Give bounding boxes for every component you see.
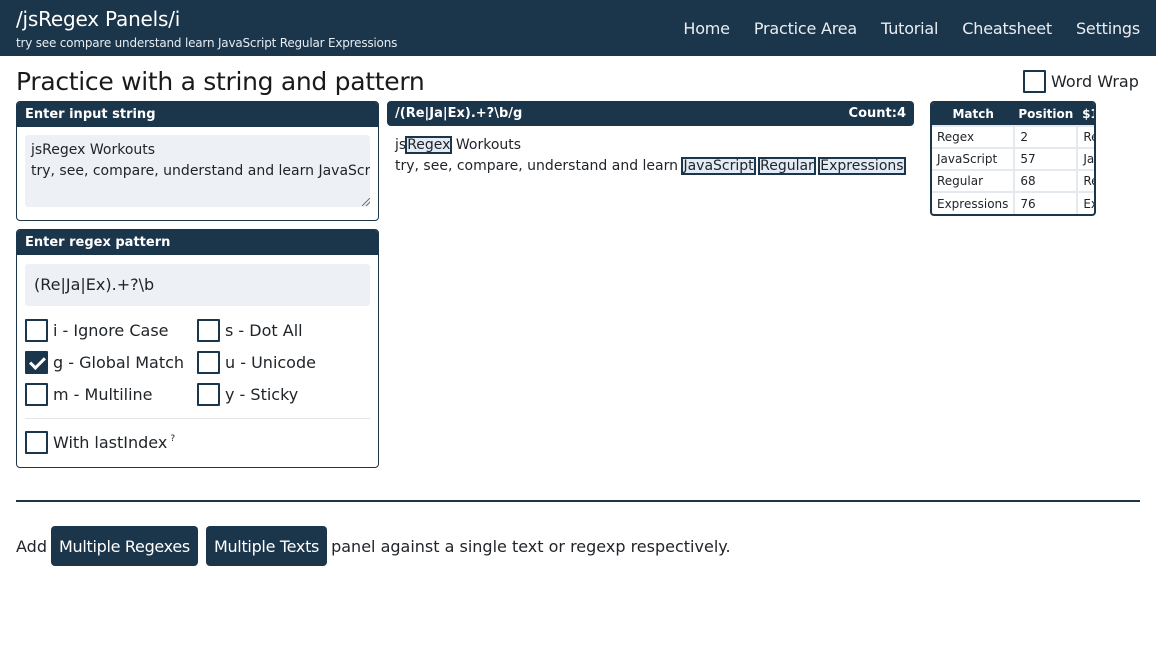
flag-label: m - Multiline: [53, 384, 153, 404]
nav-settings[interactable]: Settings: [1076, 19, 1140, 38]
multiple-regexes-button[interactable]: Multiple Regexes: [50, 526, 198, 566]
flag-dot-all-checkbox[interactable]: [197, 318, 220, 342]
match-table: Match Position $1 Regex 2 Re JavaScript …: [930, 101, 1096, 216]
flag-global-match-checkbox[interactable]: [25, 350, 48, 374]
site-subtitle: try see compare understand learn JavaScr…: [16, 36, 398, 50]
regex-pattern-panel: Enter regex pattern (Re|Ja|Ex).+?\b i - …: [16, 229, 379, 468]
last-index-checkbox[interactable]: [25, 431, 48, 454]
cell-position: 57: [1013, 147, 1079, 171]
flag-ignore-case[interactable]: i - Ignore Case: [25, 318, 169, 342]
flag-ignore-case-checkbox[interactable]: [25, 318, 48, 342]
cell-group-1: Re: [1076, 125, 1094, 149]
match-highlight: Regex: [405, 136, 453, 154]
page-title: Practice with a string and pattern: [16, 67, 425, 96]
match-highlight: Expressions: [818, 157, 906, 175]
table-header-row: Match Position $1: [932, 103, 1094, 126]
main-nav: Home Practice Area Tutorial Cheatsheet S…: [659, 0, 1140, 56]
help-icon[interactable]: ?: [170, 434, 175, 444]
output-heading: /(Re|Ja|Ex).+?\b/g Count:4: [387, 101, 914, 126]
cell-match: Regex: [932, 125, 1016, 149]
table-row: Expressions 76 Ex: [932, 191, 1094, 214]
add-panel-bar: Add Multiple Regexes Multiple Texts pane…: [16, 526, 731, 566]
flag-global-match[interactable]: g - Global Match: [25, 350, 184, 374]
plain-text: Workouts: [451, 137, 522, 153]
flag-label: i - Ignore Case: [53, 320, 169, 340]
highlighted-output: jsRegex Workouts try, see, compare, unde…: [387, 126, 914, 177]
word-wrap-label: Word Wrap: [1051, 72, 1139, 91]
match-highlight: Regular: [758, 157, 816, 175]
last-index-toggle[interactable]: With lastIndex ?: [25, 431, 175, 454]
add-suffix: panel against a single text or regexp re…: [331, 536, 731, 556]
word-wrap-toggle[interactable]: Word Wrap: [1023, 70, 1139, 93]
word-wrap-checkbox[interactable]: [1023, 70, 1046, 93]
input-string-heading: Enter input string: [17, 102, 378, 127]
match-output-panel: /(Re|Ja|Ex).+?\b/g Count:4 jsRegex Worko…: [387, 101, 914, 177]
cell-group-1: Re: [1076, 169, 1094, 193]
table-row: Regex 2 Re: [932, 125, 1094, 149]
flag-label: y - Sticky: [225, 384, 299, 404]
flag-label: u - Unicode: [225, 352, 316, 372]
nav-tutorial[interactable]: Tutorial: [881, 19, 938, 38]
col-match: Match: [932, 103, 1015, 126]
flag-unicode[interactable]: u - Unicode: [197, 350, 316, 374]
flag-label: g - Global Match: [53, 352, 185, 372]
plain-text: try, see, compare, understand and learn: [395, 158, 683, 174]
brand: /jsRegex Panels/i try see compare unders…: [16, 6, 397, 51]
match-highlight: JavaScript: [681, 157, 756, 175]
cell-group-1: Ja: [1076, 147, 1094, 171]
flag-dot-all[interactable]: s - Dot All: [197, 318, 303, 342]
cell-match: JavaScript: [932, 147, 1016, 171]
site-title[interactable]: /jsRegex Panels/i: [16, 6, 397, 32]
nav-home[interactable]: Home: [683, 19, 730, 38]
cell-position: 2: [1013, 125, 1079, 149]
input-string-panel: Enter input string jsRegex Workouts try,…: [16, 101, 379, 221]
col-group-1: $1: [1077, 103, 1094, 126]
cell-position: 76: [1013, 191, 1079, 214]
table-row: Regular 68 Re: [932, 169, 1094, 193]
col-position: Position: [1014, 103, 1078, 126]
section-divider: [16, 500, 1140, 502]
flag-multiline-checkbox[interactable]: [25, 382, 48, 406]
input-string-textarea[interactable]: jsRegex Workouts try, see, compare, unde…: [25, 135, 370, 207]
nav-practice-area[interactable]: Practice Area: [754, 19, 857, 38]
multiple-texts-button[interactable]: Multiple Texts: [205, 526, 328, 566]
resize-grip-icon[interactable]: [362, 198, 370, 206]
cell-position: 68: [1013, 169, 1079, 193]
flag-unicode-checkbox[interactable]: [197, 350, 220, 374]
output-line: jsRegex Workouts: [395, 135, 906, 156]
nav-cheatsheet[interactable]: Cheatsheet: [962, 19, 1052, 38]
cell-group-1: Ex: [1076, 191, 1094, 214]
flag-sticky-checkbox[interactable]: [197, 382, 220, 406]
table-row: JavaScript 57 Ja: [932, 147, 1094, 171]
plain-text: js: [395, 137, 407, 153]
output-line: try, see, compare, understand and learn …: [395, 156, 906, 177]
last-index-label: With lastIndex: [53, 433, 168, 452]
flag-sticky[interactable]: y - Sticky: [197, 382, 298, 406]
flag-label: s - Dot All: [225, 320, 303, 340]
flag-multiline[interactable]: m - Multiline: [25, 382, 153, 406]
match-count: Count:4: [848, 106, 906, 121]
regex-pattern-input[interactable]: (Re|Ja|Ex).+?\b: [25, 264, 370, 306]
cell-match: Expressions: [932, 191, 1016, 214]
flags-divider: [25, 418, 370, 419]
regex-pattern-heading: Enter regex pattern: [17, 230, 378, 255]
cell-match: Regular: [932, 169, 1016, 193]
regex-display: /(Re|Ja|Ex).+?\b/g: [395, 106, 523, 121]
add-prefix: Add: [16, 536, 47, 556]
top-navbar: /jsRegex Panels/i try see compare unders…: [0, 0, 1156, 56]
